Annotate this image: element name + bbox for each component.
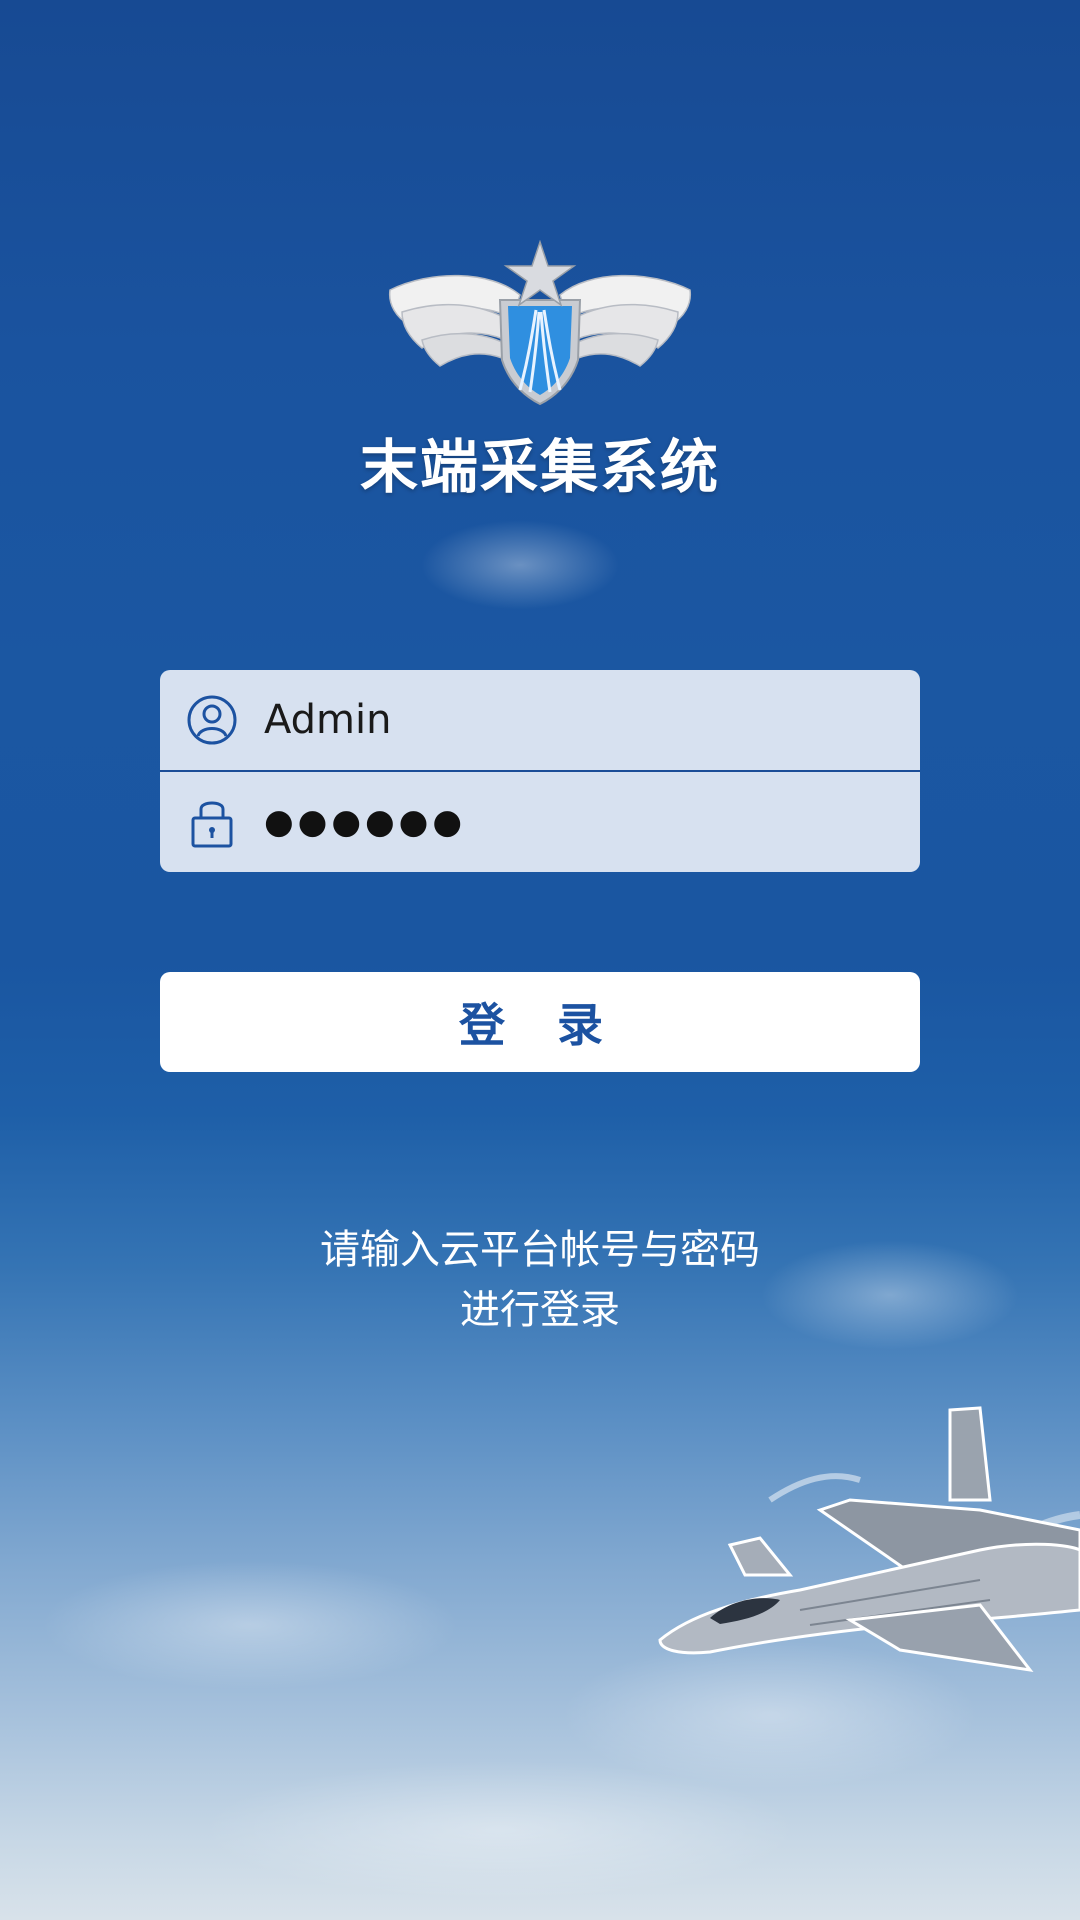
login-hint-line2: 进行登录: [460, 1287, 620, 1333]
password-field-row: ●●●●●●: [160, 772, 920, 872]
air-force-emblem-logo: [388, 240, 692, 406]
password-input[interactable]: ●●●●●●: [264, 802, 920, 842]
app-title: 末端采集系统: [359, 433, 720, 501]
login-hint-line1: 请输入云平台帐号与密码: [320, 1227, 760, 1273]
login-form: ●●●●●●: [160, 670, 920, 872]
cloud-decoration: [40, 1560, 460, 1690]
cloud-decoration: [420, 520, 620, 610]
cloud-decoration: [200, 1760, 800, 1900]
username-input[interactable]: [264, 680, 920, 760]
user-icon: [184, 692, 240, 748]
username-field-row: [160, 670, 920, 772]
login-hint: 请输入云平台帐号与密码 进行登录: [0, 1220, 1080, 1340]
login-button[interactable]: 登 录: [160, 972, 920, 1072]
fighter-jet-image: [658, 1406, 1080, 1673]
lock-icon: [184, 794, 240, 850]
